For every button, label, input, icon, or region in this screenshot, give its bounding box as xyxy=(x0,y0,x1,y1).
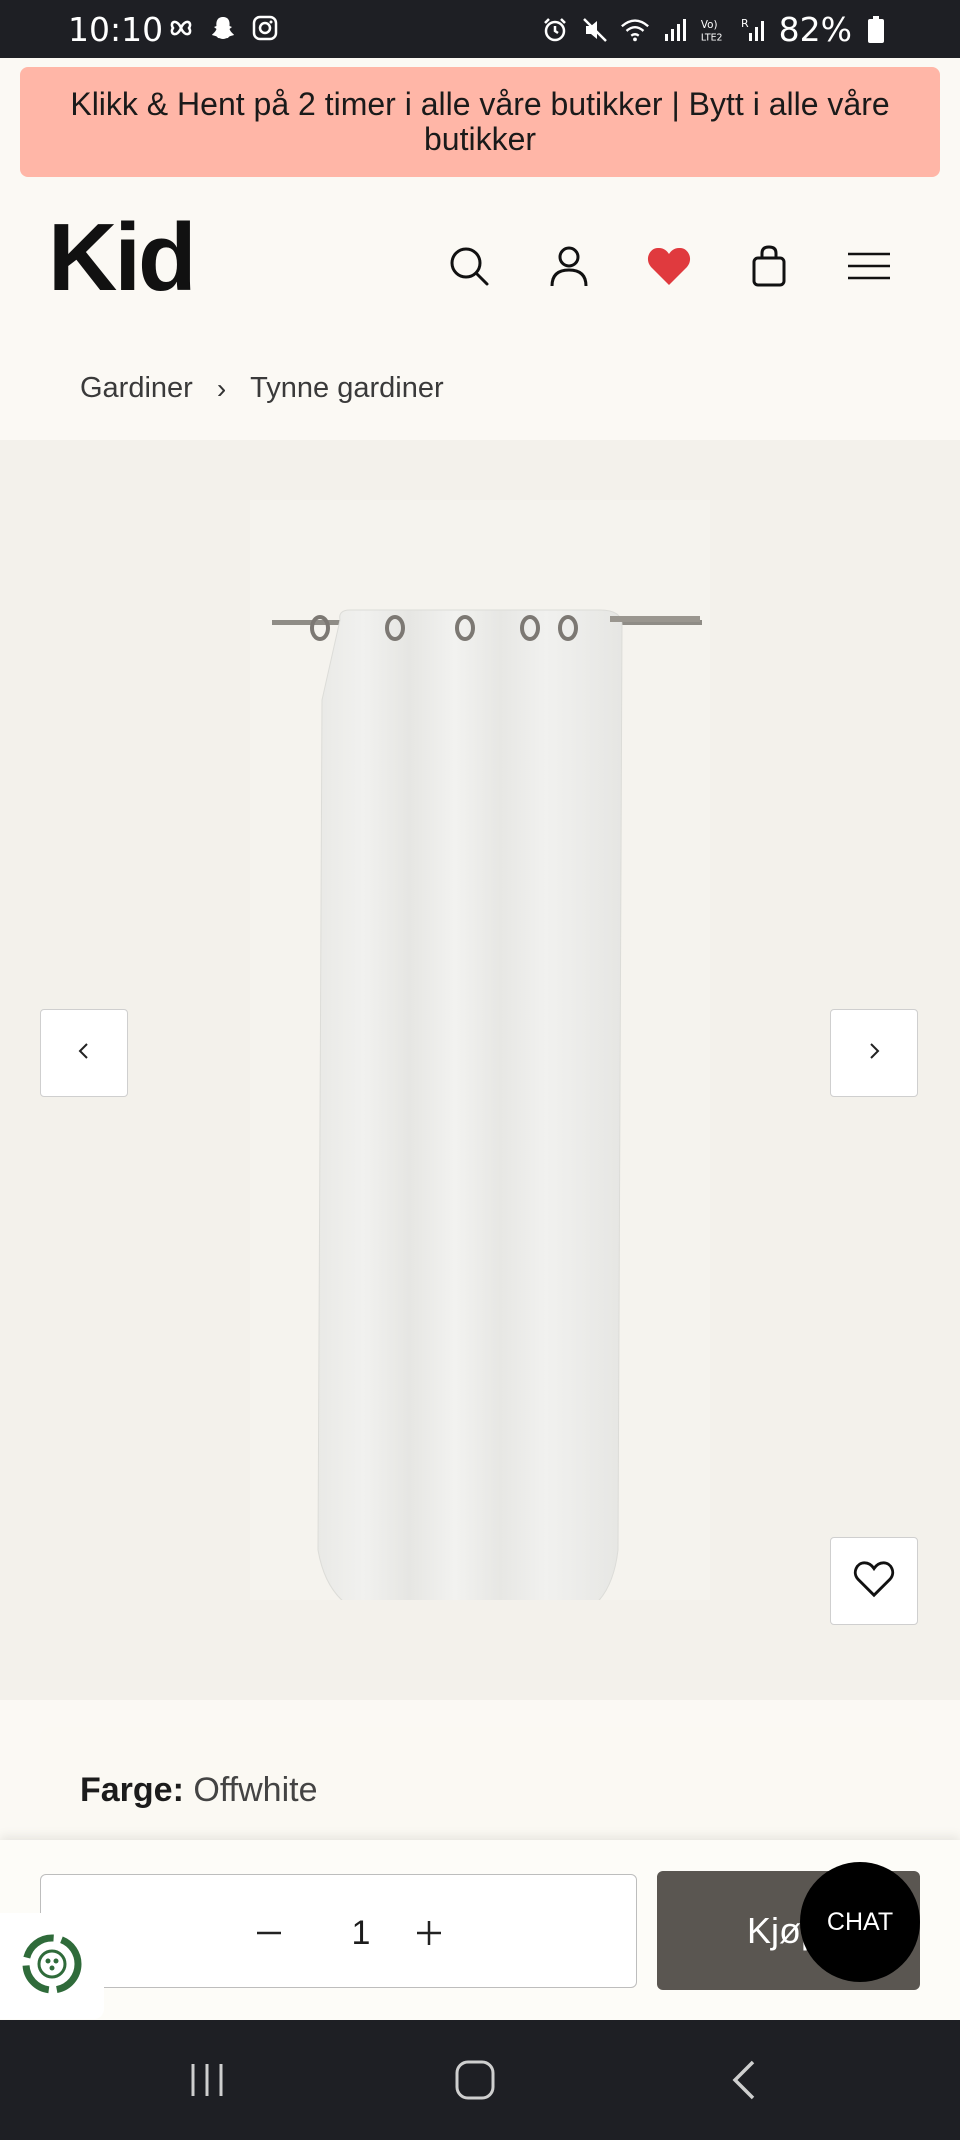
chat-button[interactable]: CHAT xyxy=(800,1862,920,1982)
wifi-icon xyxy=(619,14,651,46)
color-label: Farge: xyxy=(80,1771,184,1809)
product-gallery xyxy=(0,440,960,1700)
breadcrumb-item-gardiner[interactable]: Gardiner xyxy=(80,372,193,405)
recycle-icon xyxy=(16,1928,88,2005)
shopping-bag-icon[interactable] xyxy=(739,236,799,296)
battery-level: 82% xyxy=(778,10,852,49)
snapchat-icon xyxy=(207,12,239,44)
recents-icon[interactable] xyxy=(177,2050,237,2110)
chevron-left-icon xyxy=(74,1041,94,1066)
android-nav-bar xyxy=(0,2020,960,2140)
signal-icon xyxy=(659,14,691,46)
svg-text:LTE2: LTE2 xyxy=(701,32,723,43)
account-icon[interactable] xyxy=(539,236,599,296)
alarm-icon xyxy=(539,14,571,46)
quantity-value[interactable]: 1 xyxy=(331,1905,391,1961)
heart-outline-icon xyxy=(852,1559,896,1604)
product-page: 10:10 Vo) LTE2 R 82% Klikk & Hent på 2 t… xyxy=(0,0,960,2140)
breadcrumb-separator: › xyxy=(216,372,227,404)
gallery-next-button[interactable] xyxy=(830,1009,918,1097)
search-icon[interactable] xyxy=(439,236,499,296)
breadcrumb-item-tynne-gardiner[interactable]: Tynne gardiner xyxy=(250,372,443,405)
color-value: Offwhite xyxy=(193,1771,318,1809)
svg-text:R: R xyxy=(741,17,749,30)
quantity-stepper: 1 xyxy=(40,1874,637,1988)
color-selector[interactable]: Farge: Offwhite xyxy=(40,1727,920,1857)
pinwheel-icon xyxy=(165,12,197,44)
instagram-icon xyxy=(249,12,281,44)
wishlist-heart-icon[interactable] xyxy=(639,236,699,296)
volte-icon: Vo) LTE2 xyxy=(699,14,731,46)
battery-icon xyxy=(860,14,892,46)
product-image-curtain[interactable] xyxy=(250,500,710,1621)
add-to-wishlist-button[interactable] xyxy=(830,1537,918,1625)
increase-quantity-button[interactable] xyxy=(401,1905,457,1961)
decrease-quantity-button[interactable] xyxy=(241,1905,297,1961)
eco-badge[interactable] xyxy=(0,1913,104,2019)
gallery-prev-button[interactable] xyxy=(40,1009,128,1097)
status-time: 10:10 xyxy=(68,10,164,49)
breadcrumb: Gardiner › Tynne gardiner xyxy=(80,372,444,405)
site-header: Kid xyxy=(0,200,960,320)
back-icon[interactable] xyxy=(715,2050,775,2110)
promo-banner[interactable]: Klikk & Hent på 2 timer i alle våre buti… xyxy=(20,67,940,177)
chevron-right-icon xyxy=(864,1041,884,1066)
menu-icon[interactable] xyxy=(839,236,899,296)
svg-text:Vo): Vo) xyxy=(701,19,718,31)
mute-icon xyxy=(579,14,611,46)
kid-logo[interactable]: Kid xyxy=(48,208,197,308)
status-bar: 10:10 Vo) LTE2 R 82% xyxy=(0,0,960,58)
home-icon[interactable] xyxy=(445,2050,505,2110)
signal-roaming-icon: R xyxy=(739,14,771,46)
